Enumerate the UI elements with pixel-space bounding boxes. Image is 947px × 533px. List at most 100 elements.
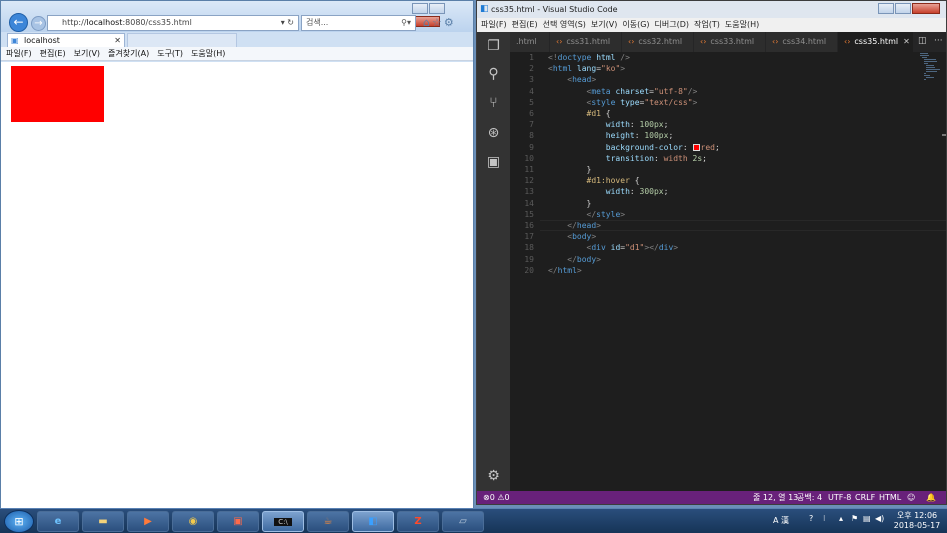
menu-view[interactable]: 보기(V) [74,49,100,58]
taskbar-chrome-icon[interactable]: ◉ [172,511,214,532]
forward-button[interactable]: → [31,16,46,31]
vs-menu-go[interactable]: 이동(G) [622,20,649,29]
vs-menu-view[interactable]: 보기(V) [591,20,617,29]
address-host: localhost [86,18,123,27]
taskbar-filezilla-icon[interactable]: Z [397,511,439,532]
eol-setting[interactable]: CRLF [855,491,875,504]
search-icon[interactable]: ⚲ [485,66,502,83]
d1-red-box[interactable] [11,66,104,122]
vs-menu-help[interactable]: 도움말(H) [725,20,759,29]
warnings-count: 0 [504,493,510,502]
html-file-icon: ‹› [628,37,635,46]
code-line: 18 <div id="d1"></div> [524,243,679,253]
network-icon[interactable]: ▤ [863,514,871,523]
encoding-setting[interactable]: UTF-8 [828,491,851,504]
tab-css31[interactable]: ‹› css31.html [550,32,622,52]
tab-css33[interactable]: ‹› css33.html [694,32,766,52]
menu-file[interactable]: 파일(F) [6,49,32,58]
tab-css35[interactable]: ‹› css35.html ✕ [838,32,914,52]
tab-close-icon[interactable]: ✕ [114,34,121,47]
search-box[interactable]: 검색... ⚲▾ [301,15,416,31]
page-icon: ▣ [11,36,19,45]
taskbar-vscode-icon[interactable]: ◧ [352,511,394,532]
vs-menu-debug[interactable]: 디버그(D) [655,20,689,29]
vscode-window-controls [877,3,940,14]
tab-close-icon[interactable]: ✕ [903,37,910,46]
close-icon[interactable] [912,3,940,14]
menu-favorites[interactable]: 즐겨찾기(A) [108,49,149,58]
language-mode[interactable]: HTML [879,491,901,504]
split-editor-icon[interactable]: ◫ [918,36,927,46]
ie-toolbar-icons: ⌂☆⚙ [423,16,456,29]
maximize-icon[interactable] [895,3,911,14]
taskbar-media-icon[interactable]: ▶ [127,511,169,532]
ime-indicator[interactable]: A 漢 [773,515,789,526]
search-icon[interactable]: ⚲▾ [401,16,411,30]
tab-html[interactable]: .html [510,32,550,52]
code-line: 12 #d1:hover { [524,176,640,186]
menu-tools[interactable]: 도구(T) [157,49,183,58]
taskbar-explorer-icon[interactable]: ▬ [82,511,124,532]
code-line: 9 background-color: red; [529,142,720,152]
maximize-icon[interactable] [429,3,445,14]
vs-menu-selection[interactable]: 선택 영역(S) [543,20,586,29]
refresh-icon[interactable]: ▾ ↻ [281,16,294,30]
tab-label: .html [516,37,537,46]
vs-menu-edit[interactable]: 편집(E) [512,20,538,29]
tray-up-icon[interactable]: ▴ [839,514,843,523]
code-line: 3 <head> [529,75,597,85]
settings-icon[interactable]: ⁝ [823,514,826,523]
code-line: 6 #d1 { [529,109,611,118]
settings-gear-icon[interactable]: ⚙ [485,468,502,485]
code-line: 11 } [524,165,592,174]
back-button[interactable]: ← [9,13,28,32]
problems-status[interactable]: ⊗0 ⚠0 [483,491,510,504]
taskbar-ie-icon[interactable]: e [37,511,79,532]
code-editor[interactable]: 1 <!doctype html /> 2 <html lang="ko"> 3 <… [510,52,946,491]
help-icon[interactable]: ? [809,514,813,523]
indent-setting[interactable]: 공백: 4 [797,491,822,504]
tab-label: css35.html [854,37,899,46]
ie-tab-localhost[interactable]: ▣ localhost ✕ [7,33,125,47]
tab-css34[interactable]: ‹› css34.html [766,32,838,52]
taskbar-app-icon[interactable]: ▣ [217,511,259,532]
color-swatch[interactable] [692,143,700,151]
settings-gear-icon[interactable]: ⚙ [444,16,456,29]
tab-label: css32.html [638,37,683,46]
bell-icon[interactable]: 🔔 [926,491,936,504]
html-file-icon: ‹› [700,37,707,46]
smiley-icon[interactable]: ☺ [907,491,915,504]
vs-menu-tasks[interactable]: 작업(T) [694,20,720,29]
taskbar-java-icon[interactable]: ☕ [307,511,349,532]
address-bar[interactable]: http://localhost:8080/css35.html ▾ ↻ [47,15,299,31]
vs-menu-file[interactable]: 파일(F) [481,20,507,29]
vscode-menubar: 파일(F) 편집(E) 선택 영역(S) 보기(V) 이동(G) 디버그(D) 작업(T) 도… [477,18,946,32]
favorites-icon[interactable]: ☆ [432,16,444,29]
code-line: 5 <style type="text/css"> [529,97,698,107]
more-actions-icon[interactable]: ··· [934,36,943,46]
debug-icon[interactable]: ⊛ [485,125,502,142]
minimize-icon[interactable] [878,3,894,14]
home-icon[interactable]: ⌂ [423,16,432,29]
ie-new-tab[interactable] [127,33,237,47]
explorer-files-icon[interactable]: ❐ [485,38,502,55]
source-control-icon[interactable]: ⑂ [485,95,502,112]
code-line: 1 <!doctype html /> [529,53,630,62]
minimap[interactable] [920,52,946,82]
tab-css32[interactable]: ‹› css32.html [622,32,694,52]
extensions-icon[interactable]: ▣ [485,154,502,171]
editor-tabs: .html ‹› css31.html ‹› css32.html ‹› css33.… [510,32,946,52]
menu-edit[interactable]: 편집(E) [40,49,66,58]
code-line: 13 width: 300px; [524,187,669,197]
ie-menubar: 파일(F) 편집(E) 보기(V) 즐겨찾기(A) 도구(T) 도움말(H) [1,47,473,61]
cursor-position[interactable]: 줄 12, 열 13 [753,491,798,504]
start-button[interactable]: ⊞ [4,510,34,533]
taskbar-cmd-icon[interactable]: C:\ [262,511,304,532]
volume-icon[interactable]: ◀) [875,514,884,523]
code-line: 15 </style> [524,209,626,219]
taskbar-misc-icon[interactable]: ▱ [442,511,484,532]
minimize-icon[interactable] [412,3,428,14]
menu-help[interactable]: 도움말(H) [191,49,225,58]
clock[interactable]: 오후 12:06 2018-05-17 [891,511,943,531]
flag-icon[interactable]: ⚑ [851,514,858,523]
